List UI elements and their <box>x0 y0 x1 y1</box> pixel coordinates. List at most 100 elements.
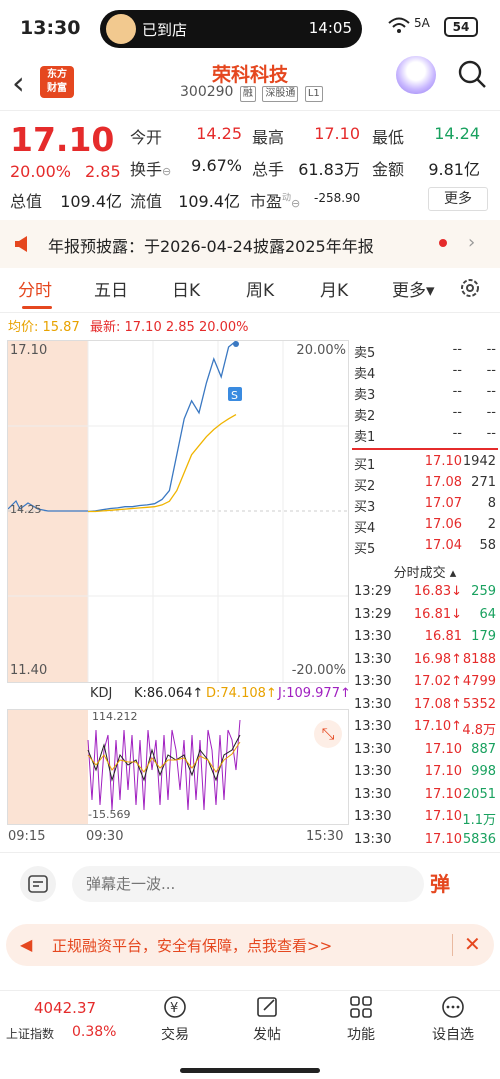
kdj-bottom-label: -15.569 <box>88 808 131 821</box>
more-dots-icon <box>442 996 464 1018</box>
kdj-lines <box>87 719 241 811</box>
y-right-max-label: 20.00% <box>296 343 346 358</box>
nav-post[interactable]: 发帖 <box>232 994 302 1044</box>
tick-row: 13:30 17.10 887 <box>354 741 496 757</box>
pill-time: 14:05 <box>308 19 352 37</box>
assistant-robot-icon[interactable] <box>396 56 436 94</box>
expand-icon[interactable]: ⤡ <box>314 720 342 748</box>
tick-row: 13:30 16.81 179 <box>354 629 496 644</box>
bid-row: 买5 17.04 58 <box>354 538 496 557</box>
signal-icon: 5A <box>414 16 430 30</box>
pill-text: 已到店 <box>142 21 188 39</box>
value-turnover: 9.67% <box>191 156 242 175</box>
gear-icon[interactable] <box>458 276 482 300</box>
divider <box>0 312 500 313</box>
nav-trade[interactable]: ¥ 交易 <box>140 994 210 1044</box>
tab-five-day[interactable]: 五日 <box>94 276 128 301</box>
tag-margin: 融 <box>239 86 256 102</box>
danmu-send-button[interactable]: 弹 <box>430 868 464 900</box>
wifi-icon <box>388 17 410 39</box>
danmu-input[interactable] <box>72 866 424 902</box>
unread-dot <box>439 239 447 247</box>
tag-connect: 深股通 <box>262 86 299 102</box>
index-name[interactable]: 上证指数 <box>6 1025 54 1042</box>
bid-row: 买2 17.08 271 <box>354 475 496 494</box>
clock: 13:30 <box>20 17 81 39</box>
label-open: 今开 <box>130 128 163 147</box>
tick-row: 13:30 17.02↑ 4799 <box>354 674 496 689</box>
label-high: 最高 <box>252 128 285 147</box>
nav-functions[interactable]: 功能 <box>326 994 396 1044</box>
tick-row: 13:30 17.10 5836 <box>354 831 496 847</box>
yen-icon: ¥ <box>164 996 186 1018</box>
kdj-top-label: 114.212 <box>92 710 138 723</box>
tab-monthly-k[interactable]: 月K <box>320 276 348 301</box>
kdj-d-line <box>87 741 241 773</box>
battery-icon: 54 <box>444 17 478 37</box>
label-low: 最低 <box>372 128 405 147</box>
avg-price-line <box>88 414 237 513</box>
megaphone-icon: ◀ <box>20 935 33 954</box>
index-percent[interactable]: 0.38% <box>72 1024 116 1040</box>
index-value[interactable]: 4042.37 <box>34 999 96 1017</box>
label-turnover: 换手⊖ <box>130 160 172 179</box>
ticks-title[interactable]: 分时成交 ▴ <box>350 562 500 581</box>
value-volume: 61.83万 <box>298 160 360 179</box>
tick-row: 13:30 17.10↑ 4.8万 <box>354 719 496 738</box>
tab-intraday[interactable]: 分时 <box>18 276 52 301</box>
kdj-selector[interactable]: KDJ <box>90 686 112 701</box>
bid-row: 买1 17.10 1942 <box>354 454 496 473</box>
bid-row: 买4 17.06 2 <box>354 517 496 536</box>
x-label-close: 15:30 <box>306 829 344 844</box>
tick-row: 13:30 17.10 998 <box>354 764 496 779</box>
danmu-toggle-icon[interactable] <box>20 866 56 902</box>
tick-row: 13:30 17.10 2051 <box>354 786 496 802</box>
more-quote-button[interactable]: 更多 <box>428 187 488 211</box>
kdj-chart[interactable]: 114.212 -15.569 ⤡ <box>7 709 349 825</box>
label-pe: 市盈动⊖ <box>250 192 301 211</box>
divider <box>0 852 500 853</box>
ad-text: 正规融资平台，安全有保障，点我查看>> <box>52 937 333 955</box>
scooter-icon <box>106 14 136 44</box>
tab-daily-k[interactable]: 日K <box>172 276 200 301</box>
search-icon[interactable] <box>456 58 488 90</box>
edit-icon <box>257 997 277 1017</box>
dynamic-island[interactable]: 已到店 14:05 <box>100 10 362 48</box>
chevron-right-icon[interactable]: › <box>468 232 475 253</box>
ad-banner[interactable]: ◀ 正规融资平台，安全有保障，点我查看>> ✕ <box>6 924 494 966</box>
kdj-k-value: K:86.064↑ <box>134 686 204 701</box>
y-max-label: 17.10 <box>10 343 48 358</box>
grid-icon <box>350 996 372 1018</box>
y-min-label: 11.40 <box>10 663 48 678</box>
ask-row: 卖1 -- -- <box>354 426 496 445</box>
tick-row: 13:30 17.10 1.1万 <box>354 809 496 828</box>
book-divider <box>352 448 498 450</box>
y-mid-label: 14.25 <box>10 503 42 516</box>
tick-row: 13:30 16.98↑ 8188 <box>354 651 496 667</box>
ask-row: 卖4 -- -- <box>354 363 496 382</box>
close-icon[interactable]: ✕ <box>464 932 481 956</box>
tag-level: L1 <box>304 86 323 102</box>
tab-weekly-k[interactable]: 周K <box>246 276 274 301</box>
label-volume: 总手 <box>252 160 285 179</box>
notice-bar[interactable]: 年报预披露：于2026-04-24披露2025年年报 <box>0 220 500 268</box>
price-line-chart: S <box>8 341 348 682</box>
ask-row: 卖3 -- -- <box>354 384 496 403</box>
change-percent: 20.00% <box>10 162 72 181</box>
label-amount: 金额 <box>372 160 405 179</box>
value-total-cap: 109.4亿 <box>60 192 122 211</box>
megaphone-icon <box>12 233 34 255</box>
y-right-min-label: -20.00% <box>291 663 346 678</box>
x-label-start: 09:15 <box>8 829 46 844</box>
nav-add-watchlist[interactable]: 设自选 <box>418 994 488 1044</box>
kdj-j-value: J:109.977↑ <box>278 686 351 701</box>
value-pe: -258.90 <box>314 191 361 205</box>
intraday-chart[interactable]: S 17.10 14.25 11.40 20.00% -20.00% <box>7 340 349 683</box>
bid-row: 买3 17.07 8 <box>354 496 496 515</box>
tick-row: 13:29 16.81↓ 64 <box>354 606 496 622</box>
tab-more[interactable]: 更多▾ <box>392 276 435 301</box>
kdj-d-value: D:74.108↑ <box>206 686 277 701</box>
avg-price-label: 均价: 15.87 <box>8 320 80 335</box>
ask-row: 卖2 -- -- <box>354 405 496 424</box>
divider <box>0 110 500 111</box>
